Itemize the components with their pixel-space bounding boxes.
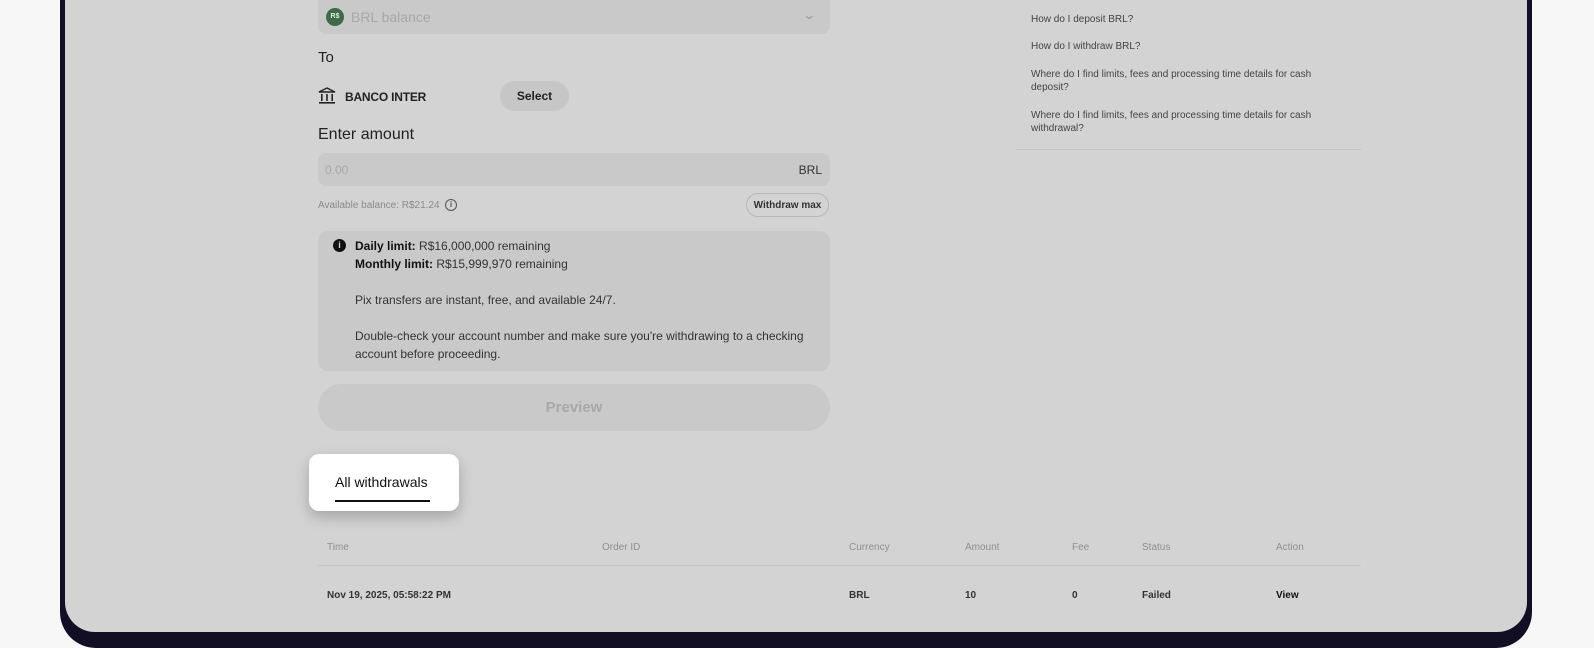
balance-select-placeholder: BRL balance xyxy=(351,9,431,25)
monthly-limit-value: R$15,999,970 remaining xyxy=(436,257,568,271)
faq-item[interactable]: How do I deposit BRL? xyxy=(1031,13,1341,26)
limits-notice: i Daily limit: R$16,000,000 remaining Mo… xyxy=(318,231,830,371)
cell-amount: 10 xyxy=(965,590,977,601)
check-account-text-line2: account before proceeding. xyxy=(355,347,501,361)
monthly-limit-line: Monthly limit: R$15,999,970 remaining xyxy=(355,255,568,273)
column-header-fee: Fee xyxy=(1072,542,1090,553)
monthly-limit-label: Monthly limit: xyxy=(355,257,433,271)
cell-time: Nov 19, 2025, 05:58:22 PM xyxy=(327,590,451,601)
column-header-status: Status xyxy=(1142,542,1171,553)
daily-limit-line: Daily limit: R$16,000,000 remaining xyxy=(355,237,550,255)
chevron-down-icon: ⌄ xyxy=(801,8,817,22)
active-tab-indicator xyxy=(335,500,430,502)
check-account-text-line1: Double-check your account number and mak… xyxy=(355,329,804,343)
amount-currency-unit: BRL xyxy=(798,163,822,177)
column-header-currency: Currency xyxy=(849,542,890,553)
faq-panel: How do I deposit BRL? How do I withdraw … xyxy=(1016,0,1361,150)
available-balance: Available balance: R$21.24 xyxy=(318,200,440,211)
info-filled-icon: i xyxy=(333,239,346,252)
withdraw-max-button[interactable]: Withdraw max xyxy=(746,193,829,217)
amount-placeholder: 0.00 xyxy=(325,163,349,177)
tab-all-withdrawals-label: All withdrawals xyxy=(335,474,428,490)
daily-limit-label: Daily limit: xyxy=(355,239,416,253)
cell-status: Failed xyxy=(1142,590,1171,601)
column-header-order-id: Order ID xyxy=(602,542,641,553)
device-frame: R$ BRL balance ⌄ To BANCO INTER Select E… xyxy=(60,0,1532,648)
view-link[interactable]: View xyxy=(1276,590,1299,601)
bank-name: BANCO INTER xyxy=(345,90,427,104)
column-header-amount: Amount xyxy=(965,542,1000,553)
faq-item[interactable]: Where do I find limits, fees and process… xyxy=(1031,109,1341,135)
tab-all-withdrawals[interactable]: All withdrawals xyxy=(309,454,459,511)
select-bank-button[interactable]: Select xyxy=(500,81,569,111)
app-screen-dimmed: R$ BRL balance ⌄ To BANCO INTER Select E… xyxy=(65,0,1527,632)
balance-select[interactable]: R$ BRL balance ⌄ xyxy=(318,0,830,34)
brl-coin-icon: R$ xyxy=(326,8,344,26)
faq-item[interactable]: How do I withdraw BRL? xyxy=(1031,40,1341,53)
bank-icon xyxy=(318,87,336,104)
pix-info-text: Pix transfers are instant, free, and ava… xyxy=(355,293,616,307)
preview-button[interactable]: Preview xyxy=(318,384,830,431)
cell-fee: 0 xyxy=(1072,590,1078,601)
to-label: To xyxy=(318,49,334,66)
column-header-time: Time xyxy=(327,542,349,553)
cell-currency: BRL xyxy=(849,590,870,601)
info-icon[interactable]: i xyxy=(445,199,457,211)
daily-limit-value: R$16,000,000 remaining xyxy=(419,239,551,253)
amount-input[interactable]: 0.00 BRL xyxy=(318,153,830,186)
enter-amount-label: Enter amount xyxy=(318,126,415,143)
faq-item[interactable]: Where do I find limits, fees and process… xyxy=(1031,68,1341,94)
table-divider xyxy=(318,565,1361,566)
column-header-action: Action xyxy=(1276,542,1304,553)
